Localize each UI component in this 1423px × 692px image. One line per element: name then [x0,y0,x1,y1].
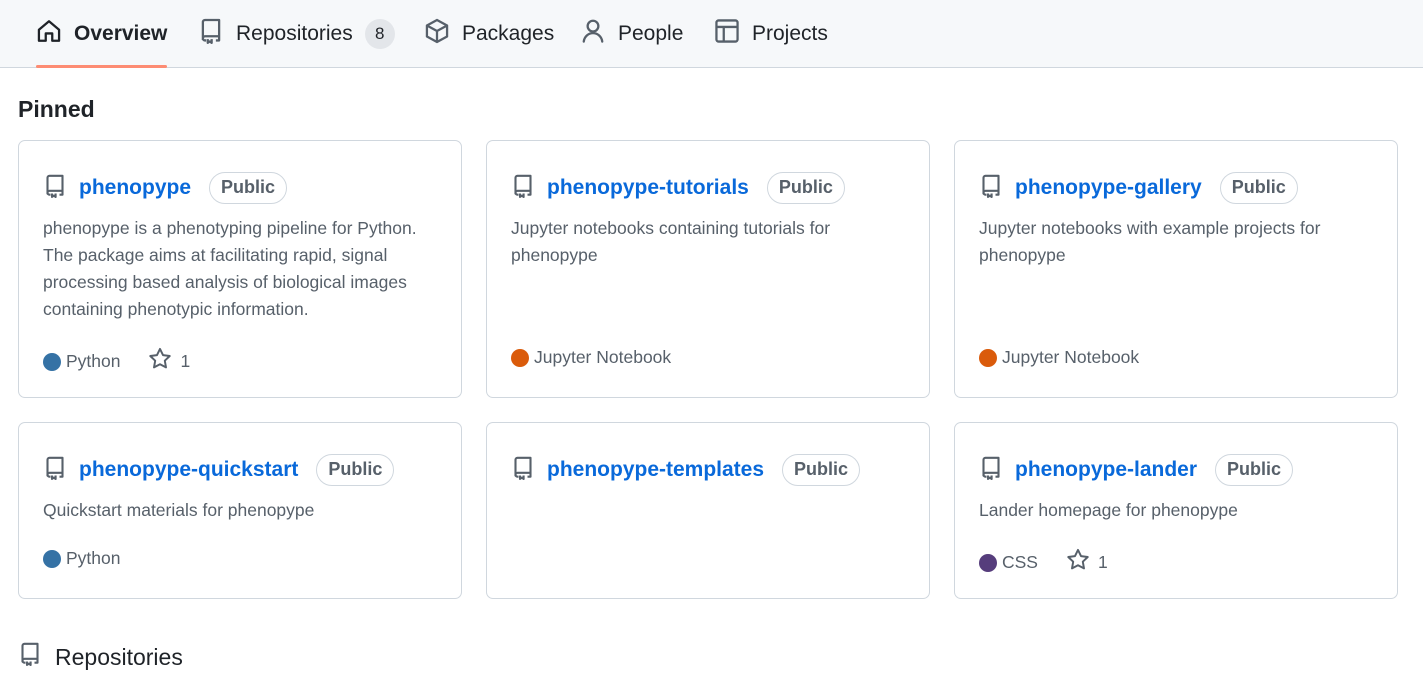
package-icon [424,18,462,50]
pinned-heading: Pinned [18,96,95,122]
pinned-repo-card: phenopype-tutorials Public Jupyter noteb… [486,140,930,398]
person-icon [580,18,618,50]
repo-description: Jupyter notebooks with example projects … [979,218,1321,265]
visibility-badge: Public [316,454,395,486]
visibility-badge: Public [766,172,845,204]
language-color-dot [511,348,529,367]
repo-name-link[interactable]: phenopype-tutorials [547,176,749,200]
tab-people[interactable]: People [580,0,683,67]
language-color-dot [979,553,997,572]
tab-label: Overview [74,21,168,45]
tab-label: Repositories [236,21,353,45]
repo-icon [43,455,79,486]
star-icon [148,347,180,376]
repositories-count-badge: 8 [364,18,395,49]
star-count: 1 [1097,552,1108,572]
repo-language: Jupyter Notebook [534,347,672,367]
repositories-heading-label: Repositories [55,643,183,670]
repo-icon [511,455,547,486]
visibility-badge: Public [1219,172,1298,204]
repo-name-link[interactable]: phenopype-templates [547,458,764,482]
repo-icon [979,455,1015,486]
repo-icon [511,173,547,204]
tab-label: Projects [752,21,828,45]
repositories-heading: Repositories [18,640,183,674]
stargazers-link[interactable]: 1 [148,347,190,376]
pinned-repo-card: phenopype-quickstart Public Quickstart m… [18,422,462,599]
repo-description: Lander homepage for phenopype [979,500,1238,520]
repo-description: Jupyter notebooks containing tutorials f… [511,218,831,265]
tab-repositories[interactable]: Repositories 8 [198,0,395,67]
language-color-dot [43,549,61,568]
home-icon [36,18,74,50]
tab-label: People [618,21,684,45]
repo-name-link[interactable]: phenopype-gallery [1015,176,1202,200]
pinned-repo-card: phenopype-gallery Public Jupyter noteboo… [954,140,1398,398]
table-icon [714,18,752,50]
pinned-repo-card: phenopype-templates Public [486,422,930,599]
repo-description: phenopype is a phenotyping pipeline for … [43,218,417,319]
repo-language: Python [66,548,121,568]
repo-icon [18,640,55,674]
repo-language: Python [66,351,121,371]
repo-name-link[interactable]: phenopype-quickstart [79,458,298,482]
repo-language: CSS [1002,552,1038,572]
visibility-badge: Public [209,172,288,204]
visibility-badge: Public [782,454,861,486]
pinned-repo-card: phenopype Public phenopype is a phenotyp… [18,140,462,398]
org-tab-nav: Overview Repositories 8 Packages People … [0,0,1423,68]
pinned-repo-card: phenopype-lander Public Lander homepage … [954,422,1398,599]
language-color-dot [979,348,997,367]
star-icon [1066,548,1098,577]
repo-icon [198,18,236,50]
tab-projects[interactable]: Projects [714,0,828,67]
repo-language: Jupyter Notebook [1002,347,1140,367]
tab-overview[interactable]: Overview [36,0,168,68]
repo-name-link[interactable]: phenopype [79,176,191,200]
repo-icon [43,173,79,204]
language-color-dot [43,352,61,371]
visibility-badge: Public [1215,454,1294,486]
tab-packages[interactable]: Packages [424,0,554,67]
repo-icon [979,173,1015,204]
repo-name-link[interactable]: phenopype-lander [1015,458,1197,482]
stargazers-link[interactable]: 1 [1066,548,1108,577]
tab-label: Packages [462,21,555,45]
star-count: 1 [180,351,191,371]
repo-description: Quickstart materials for phenopype [43,500,315,520]
